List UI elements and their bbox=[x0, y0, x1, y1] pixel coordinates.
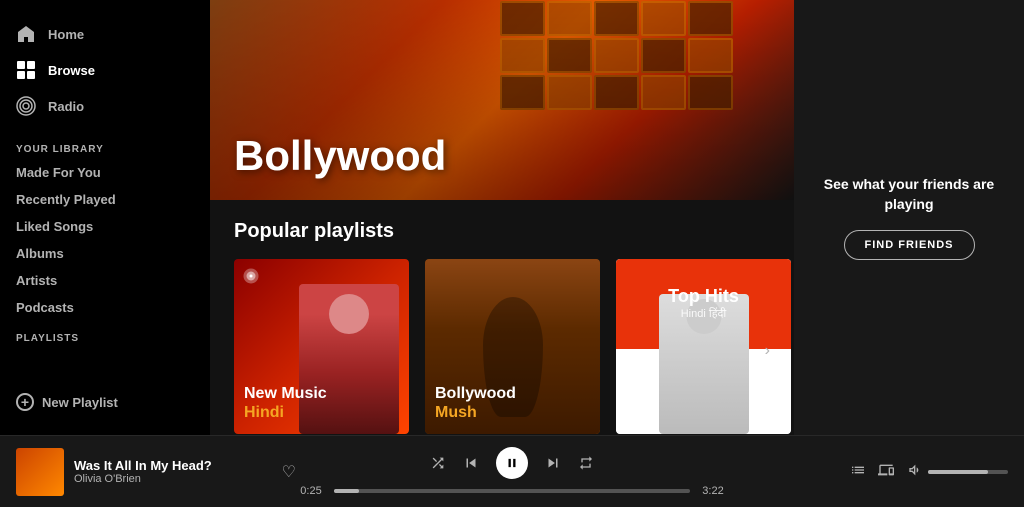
content-section: Popular playlists bbox=[210, 200, 794, 435]
library-section-label: YOUR LIBRARY bbox=[0, 132, 210, 159]
previous-button[interactable] bbox=[462, 454, 480, 472]
sidebar-item-radio[interactable]: Radio bbox=[0, 88, 210, 124]
card-2-text: Bollywood Mush bbox=[435, 384, 516, 422]
playlist-card-bollywood-mush[interactable]: Bollywood Mush bbox=[425, 259, 600, 435]
repeat-button[interactable] bbox=[578, 455, 594, 471]
scroll-right-button[interactable]: › bbox=[765, 342, 770, 360]
play-pause-button[interactable] bbox=[496, 447, 528, 479]
player-right bbox=[728, 462, 1008, 482]
main-layout: Home Browse bbox=[0, 0, 1024, 435]
find-friends-button[interactable]: FIND FRIENDS bbox=[844, 230, 975, 260]
player-artist: Olivia O'Brien bbox=[74, 473, 266, 485]
card-3-line1: Top Hits bbox=[668, 287, 739, 307]
sidebar-item-recently-played[interactable]: Recently Played bbox=[0, 186, 210, 213]
volume-icon[interactable] bbox=[906, 462, 922, 482]
progress-fill bbox=[334, 489, 359, 493]
browse-icon bbox=[16, 60, 36, 80]
volume-area bbox=[906, 462, 1008, 482]
volume-fill bbox=[928, 470, 988, 474]
time-total: 3:22 bbox=[698, 485, 728, 497]
player-song-title: Was It All In My Head? bbox=[74, 458, 266, 473]
card-3-arrows-left bbox=[616, 294, 628, 314]
sidebar-item-home[interactable]: Home bbox=[0, 16, 210, 52]
playlists-container-wrapper: New Music Hindi bbox=[234, 259, 770, 435]
spotify-logo-icon bbox=[242, 267, 260, 285]
sidebar-item-browse[interactable]: Browse bbox=[0, 52, 210, 88]
progress-bar-area: 0:25 3:22 bbox=[296, 485, 728, 497]
sidebar-item-made-for-you[interactable]: Made For You bbox=[0, 159, 210, 186]
card-2-line1: Bollywood bbox=[435, 384, 516, 403]
sidebar-item-albums[interactable]: Albums bbox=[0, 240, 210, 267]
sidebar-top: Home Browse bbox=[0, 8, 210, 377]
sidebar-home-label: Home bbox=[48, 27, 84, 42]
card-1-text: New Music Hindi bbox=[244, 384, 327, 422]
player-controls bbox=[430, 447, 594, 479]
radio-icon bbox=[16, 96, 36, 116]
sidebar-item-artists[interactable]: Artists bbox=[0, 267, 210, 294]
next-button[interactable] bbox=[544, 454, 562, 472]
card-1-inner: New Music Hindi bbox=[234, 259, 409, 434]
shuffle-button[interactable] bbox=[430, 455, 446, 471]
sidebar-item-podcasts[interactable]: Podcasts bbox=[0, 294, 210, 321]
playlist-thumb-2: Bollywood Mush bbox=[425, 259, 600, 434]
home-icon bbox=[16, 24, 36, 44]
plus-circle-icon: + bbox=[16, 393, 34, 411]
section-title: Popular playlists bbox=[234, 220, 770, 243]
main-content: Bollywood Popular playlists bbox=[210, 0, 794, 435]
sidebar-radio-label: Radio bbox=[48, 99, 84, 114]
sidebar-item-liked-songs[interactable]: Liked Songs bbox=[0, 213, 210, 240]
queue-button[interactable] bbox=[850, 462, 866, 482]
heart-icon[interactable]: ♡ bbox=[282, 462, 296, 482]
card-2-line2: Mush bbox=[435, 403, 516, 422]
card-2-inner: Bollywood Mush bbox=[425, 259, 600, 434]
new-playlist-label: New Playlist bbox=[42, 395, 118, 410]
sidebar-nav: Home Browse bbox=[0, 8, 210, 132]
progress-track[interactable] bbox=[334, 489, 690, 493]
volume-track[interactable] bbox=[928, 470, 1008, 474]
playlists-grid: New Music Hindi bbox=[234, 259, 770, 435]
hero-banner: Bollywood bbox=[210, 0, 794, 200]
player-left: Was It All In My Head? Olivia O'Brien ♡ bbox=[16, 448, 296, 496]
sidebar-browse-label: Browse bbox=[48, 63, 95, 78]
sidebar: Home Browse bbox=[0, 0, 210, 435]
player-album-art bbox=[16, 448, 64, 496]
right-panel: See what your friends are playing FIND F… bbox=[794, 0, 1024, 435]
player-bar: Was It All In My Head? Olivia O'Brien ♡ bbox=[0, 435, 1024, 507]
time-current: 0:25 bbox=[296, 485, 326, 497]
hero-title: Bollywood bbox=[234, 132, 446, 180]
devices-button[interactable] bbox=[878, 462, 894, 482]
new-playlist-button[interactable]: + New Playlist bbox=[0, 385, 210, 419]
find-friends-text: See what your friends are playing bbox=[814, 175, 1004, 214]
card-3-arrows-right bbox=[779, 294, 791, 314]
playlist-thumb-1: New Music Hindi bbox=[234, 259, 409, 434]
sidebar-bottom: + New Playlist bbox=[0, 377, 210, 427]
playlists-section-label: PLAYLISTS bbox=[0, 321, 210, 348]
playlist-card-new-music-hindi[interactable]: New Music Hindi bbox=[234, 259, 409, 435]
card-1-line2: Hindi bbox=[244, 403, 327, 422]
card-3-line2: Hindi हिंदी bbox=[668, 306, 739, 321]
player-song-info: Was It All In My Head? Olivia O'Brien bbox=[74, 458, 266, 485]
player-center: 0:25 3:22 bbox=[296, 447, 728, 497]
left-arrow bbox=[616, 294, 628, 314]
right-arrow bbox=[779, 294, 791, 314]
card-1-line1: New Music bbox=[244, 384, 327, 403]
